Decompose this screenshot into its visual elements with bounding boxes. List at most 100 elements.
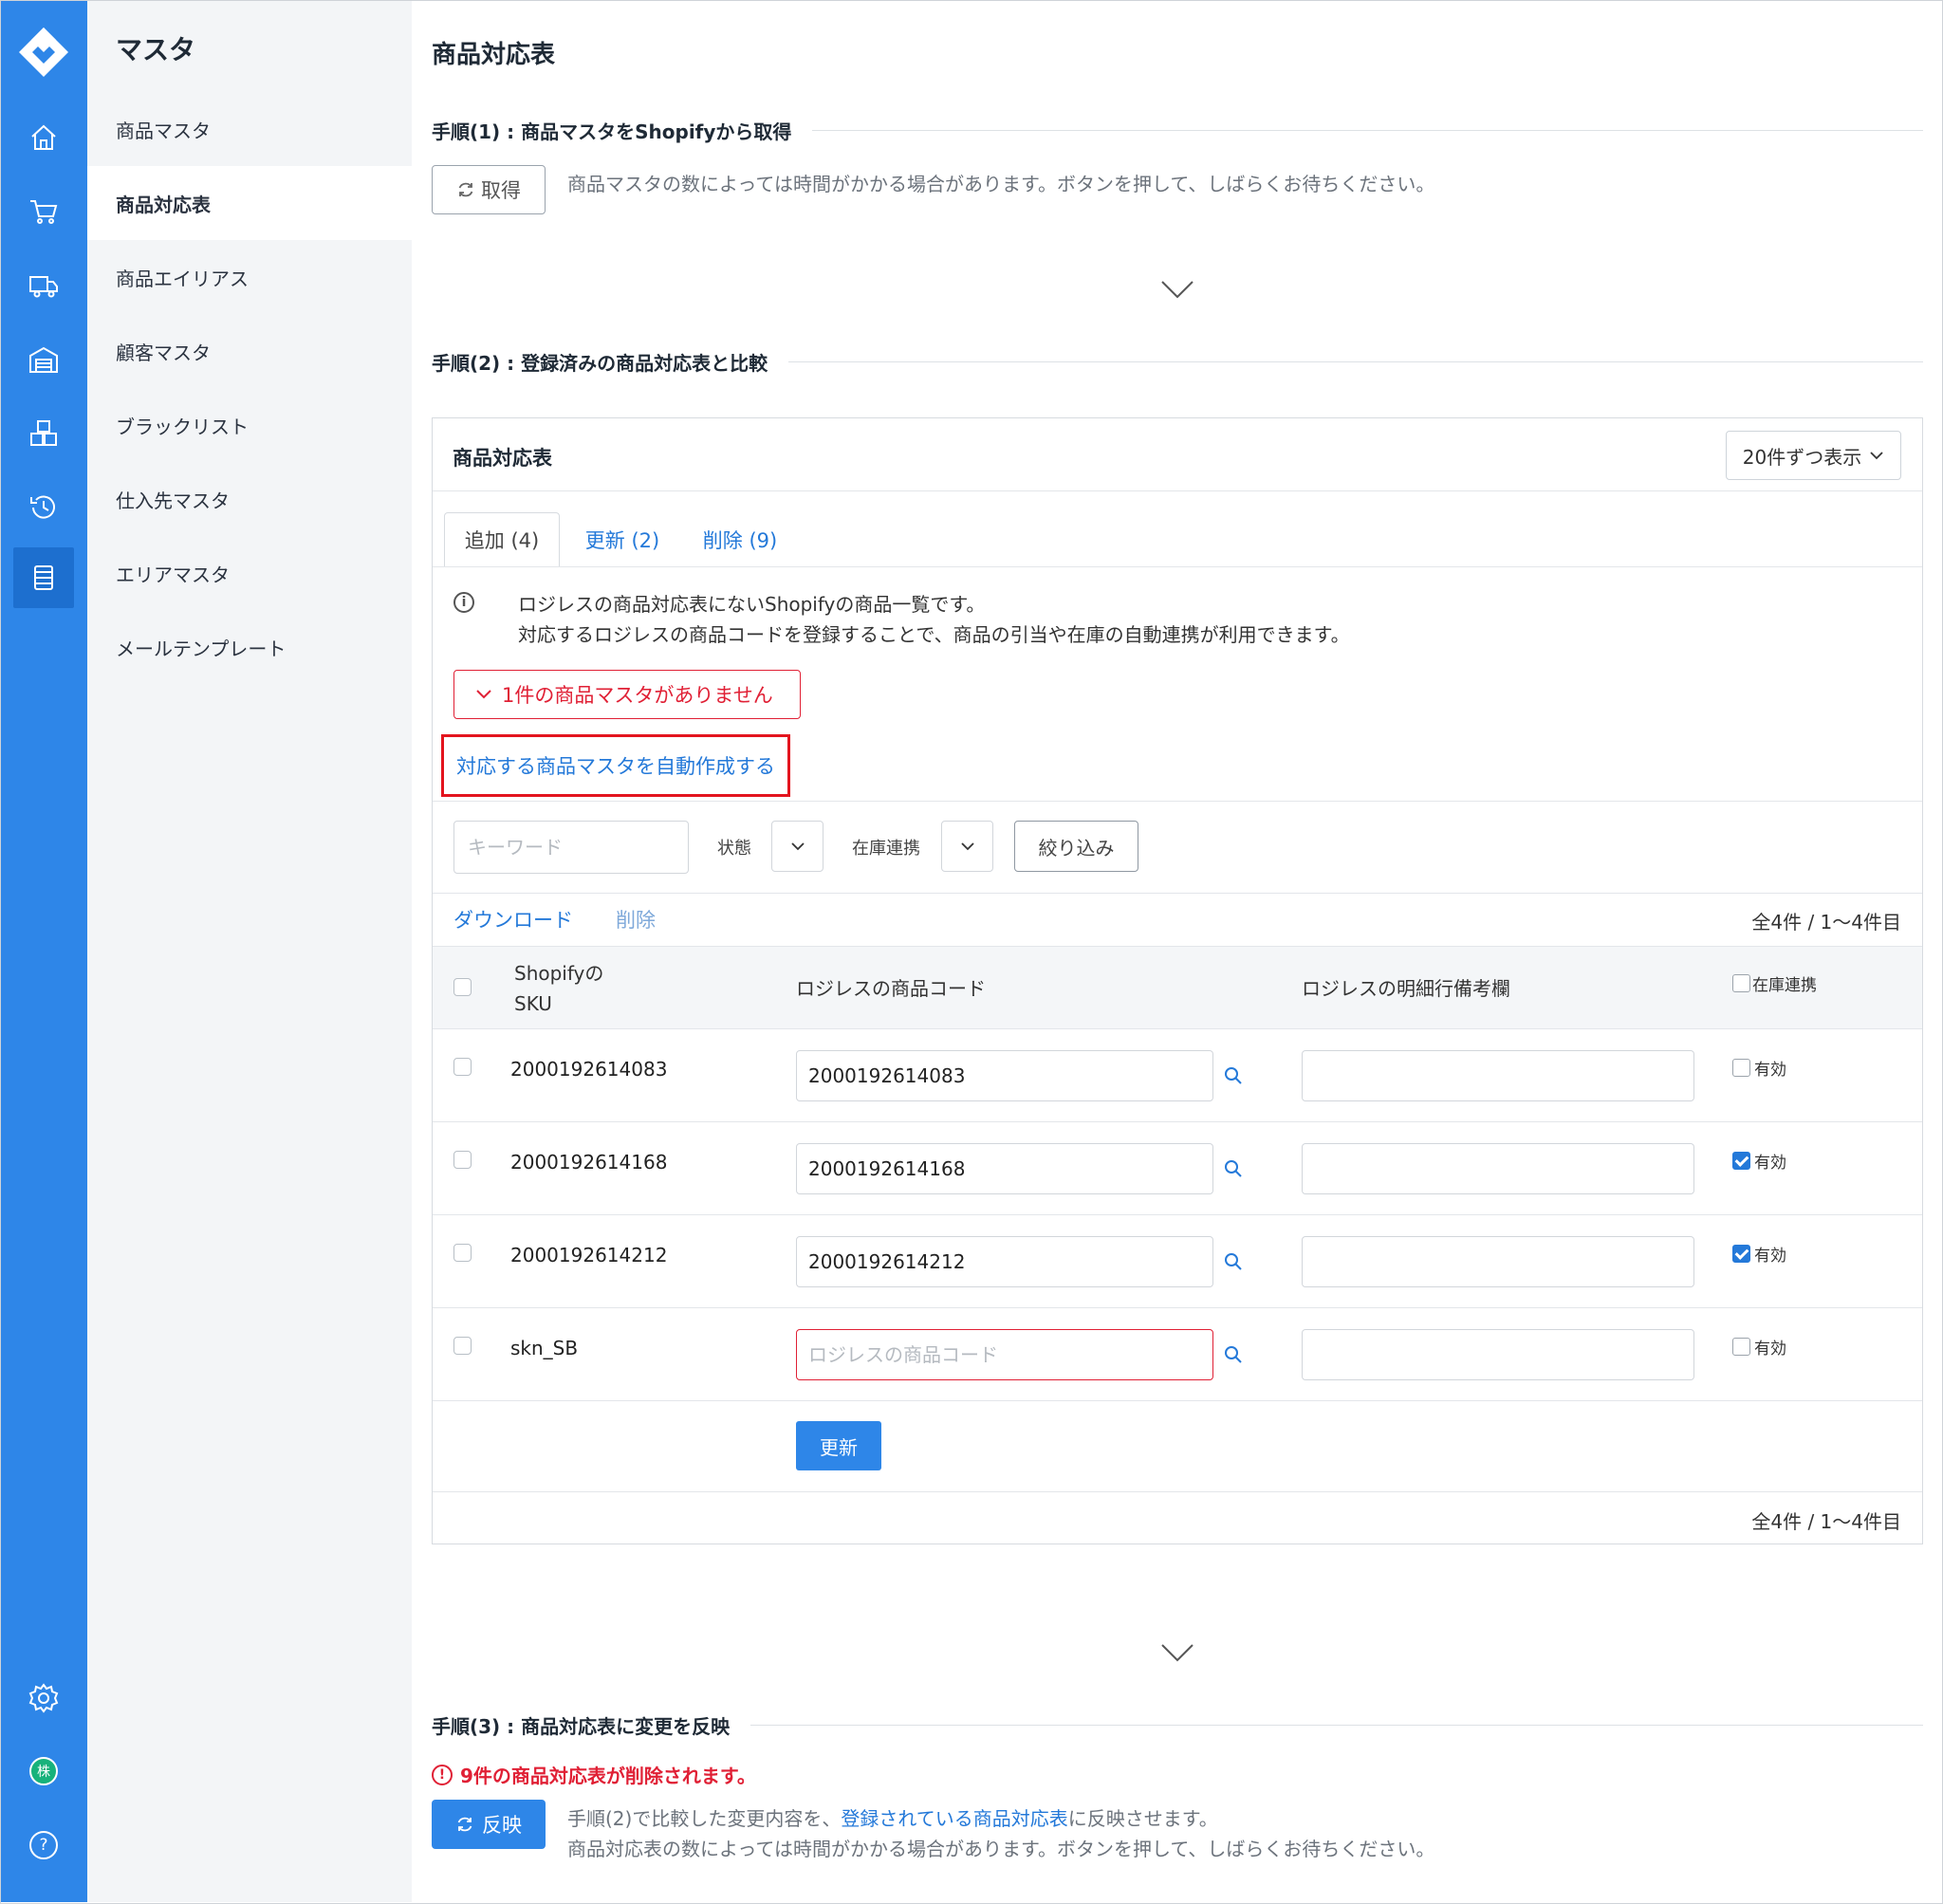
record-count-bottom: 全4件 / 1〜4件目 <box>1751 1510 1901 1533</box>
company-icon[interactable]: 株 <box>13 1741 74 1802</box>
select-all-checkbox[interactable] <box>453 978 472 996</box>
row-checkbox[interactable] <box>453 1151 472 1169</box>
row-checkbox[interactable] <box>453 1337 472 1355</box>
registered-mapping-link[interactable]: 登録されている商品対応表 <box>841 1807 1067 1830</box>
row-checkbox[interactable] <box>453 1244 472 1262</box>
help-glyph: ? <box>29 1831 58 1859</box>
search-icon[interactable] <box>1223 1065 1244 1086</box>
row-sku: 2000192614083 <box>510 1058 668 1081</box>
master-icon[interactable] <box>13 547 74 608</box>
fetch-button[interactable]: 取得 <box>432 165 546 214</box>
boxes-icon[interactable] <box>13 403 74 464</box>
stock-toggle[interactable]: 有効 <box>1732 1242 1786 1266</box>
step3-desc-prefix: 手順(2)で比較した変更内容を、 <box>567 1807 842 1830</box>
tab-add[interactable]: 追加 (4) <box>444 512 560 567</box>
row-sku: 2000192614168 <box>510 1151 668 1174</box>
divider <box>433 490 1922 491</box>
stock-all-checkbox[interactable] <box>1732 974 1750 992</box>
delete-link[interactable]: 削除 <box>616 905 656 934</box>
table-row: skn_SB 有効 <box>433 1308 1922 1401</box>
per-page-select[interactable]: 20件ずつ表示 <box>1726 431 1901 480</box>
search-icon[interactable] <box>1223 1344 1244 1365</box>
subnav-item-supplier-master[interactable]: 仕入先マスタ <box>87 462 412 536</box>
download-link[interactable]: ダウンロード <box>453 905 573 934</box>
cart-icon[interactable] <box>13 181 74 242</box>
step1-heading-text: 手順(1) : 商品マスタをShopifyから取得 <box>432 120 792 143</box>
per-page-value: 20件ずつ表示 <box>1742 445 1862 469</box>
alert-icon: ! <box>432 1764 453 1785</box>
status-select[interactable] <box>771 821 823 872</box>
truck-icon[interactable] <box>13 255 74 316</box>
divider <box>812 130 1923 131</box>
main-content: 商品対応表 手順(1) : 商品マスタをShopifyから取得 取得 商品マスタ… <box>412 1 1941 1902</box>
tab-update[interactable]: 更新 (2) <box>564 512 681 567</box>
logiless-code-input[interactable] <box>796 1143 1213 1194</box>
step1-heading: 手順(1) : 商品マスタをShopifyから取得 <box>432 117 1923 144</box>
chevron-down-icon <box>790 842 805 851</box>
logiless-code-input[interactable] <box>796 1050 1213 1101</box>
memo-input[interactable] <box>1302 1143 1694 1194</box>
logiless-code-input[interactable] <box>796 1329 1213 1380</box>
stock-toggle[interactable]: 有効 <box>1732 1149 1786 1173</box>
subnav-item-area-master[interactable]: エリアマスタ <box>87 536 412 610</box>
divider <box>433 893 1922 894</box>
divider <box>750 1725 1923 1726</box>
subnav-item-product-alias[interactable]: 商品エイリアス <box>87 240 412 314</box>
subnav-item-mail-template[interactable]: メールテンプレート <box>87 610 412 684</box>
table-row: 2000192614212 有効 <box>433 1215 1922 1308</box>
memo-input[interactable] <box>1302 1050 1694 1101</box>
update-button[interactable]: 更新 <box>796 1421 881 1470</box>
stock-header-label: 在庫連携 <box>1752 976 1817 995</box>
step3-desc-suffix: に反映させます。 <box>1067 1807 1218 1830</box>
divider <box>433 801 1922 802</box>
stock-select[interactable] <box>941 821 993 872</box>
stock-toggle[interactable]: 有効 <box>1732 1056 1786 1080</box>
stock-checkbox[interactable] <box>1732 1152 1750 1170</box>
stock-checkbox[interactable] <box>1732 1059 1750 1077</box>
chevron-down-icon <box>1161 1644 1194 1662</box>
memo-input[interactable] <box>1302 1329 1694 1380</box>
help-icon[interactable]: ? <box>13 1815 74 1876</box>
row-checkbox[interactable] <box>453 1058 472 1076</box>
refresh-icon <box>458 182 473 197</box>
subnav-item-customer-master[interactable]: 顧客マスタ <box>87 314 412 388</box>
stock-checkbox[interactable] <box>1732 1245 1750 1263</box>
memo-header: ロジレスの明細行備考欄 <box>1302 977 1510 1000</box>
stock-header: 在庫連携 <box>1732 971 1817 995</box>
search-icon[interactable] <box>1223 1251 1244 1272</box>
filter-button[interactable]: 絞り込み <box>1014 821 1138 872</box>
subnav-title: マスタ <box>116 34 196 65</box>
subnav-item-product-mapping[interactable]: 商品対応表 <box>87 166 412 240</box>
settings-icon[interactable] <box>13 1668 74 1728</box>
warehouse-icon[interactable] <box>13 329 74 390</box>
missing-master-toggle[interactable]: 1件の商品マスタがありません <box>453 670 801 719</box>
missing-master-text: 1件の商品マスタがありません <box>502 684 773 707</box>
stock-checkbox[interactable] <box>1732 1338 1750 1356</box>
auto-create-master-link[interactable]: 対応する商品マスタを自動作成する <box>441 734 790 797</box>
logo-icon[interactable] <box>15 24 72 81</box>
chevron-down-icon <box>476 690 491 699</box>
home-icon[interactable] <box>13 107 74 168</box>
history-icon[interactable] <box>13 477 74 538</box>
memo-input[interactable] <box>1302 1236 1694 1287</box>
fetch-button-label: 取得 <box>481 179 521 202</box>
search-icon[interactable] <box>1223 1158 1244 1179</box>
apply-button[interactable]: 反映 <box>432 1800 546 1849</box>
table-header: Shopifyの SKU ロジレスの商品コード ロジレスの明細行備考欄 在庫連携 <box>433 946 1922 1029</box>
step1-note: 商品マスタの数によっては時間がかかる場合があります。ボタンを押して、しばらくお待… <box>567 173 1435 195</box>
delete-alert: ! 9件の商品対応表が削除されます。 <box>432 1761 756 1788</box>
tab-delete[interactable]: 削除 (9) <box>681 512 799 567</box>
keyword-input[interactable] <box>453 821 689 874</box>
subnav-item-product-master[interactable]: 商品マスタ <box>87 92 412 166</box>
stock-toggle[interactable]: 有効 <box>1732 1335 1786 1359</box>
divider <box>788 361 1923 362</box>
subnav-item-blacklist[interactable]: ブラックリスト <box>87 388 412 462</box>
stock-valid-label: 有効 <box>1754 1061 1786 1080</box>
sku-header: Shopifyの SKU <box>514 958 603 1019</box>
stock-valid-label: 有効 <box>1754 1340 1786 1359</box>
card-title: 商品対応表 <box>453 447 552 470</box>
step2-heading: 手順(2) : 登録済みの商品対応表と比較 <box>432 348 1923 376</box>
divider <box>433 566 1922 567</box>
logiless-code-input[interactable] <box>796 1236 1213 1287</box>
record-count-top: 全4件 / 1〜4件目 <box>1751 911 1901 934</box>
